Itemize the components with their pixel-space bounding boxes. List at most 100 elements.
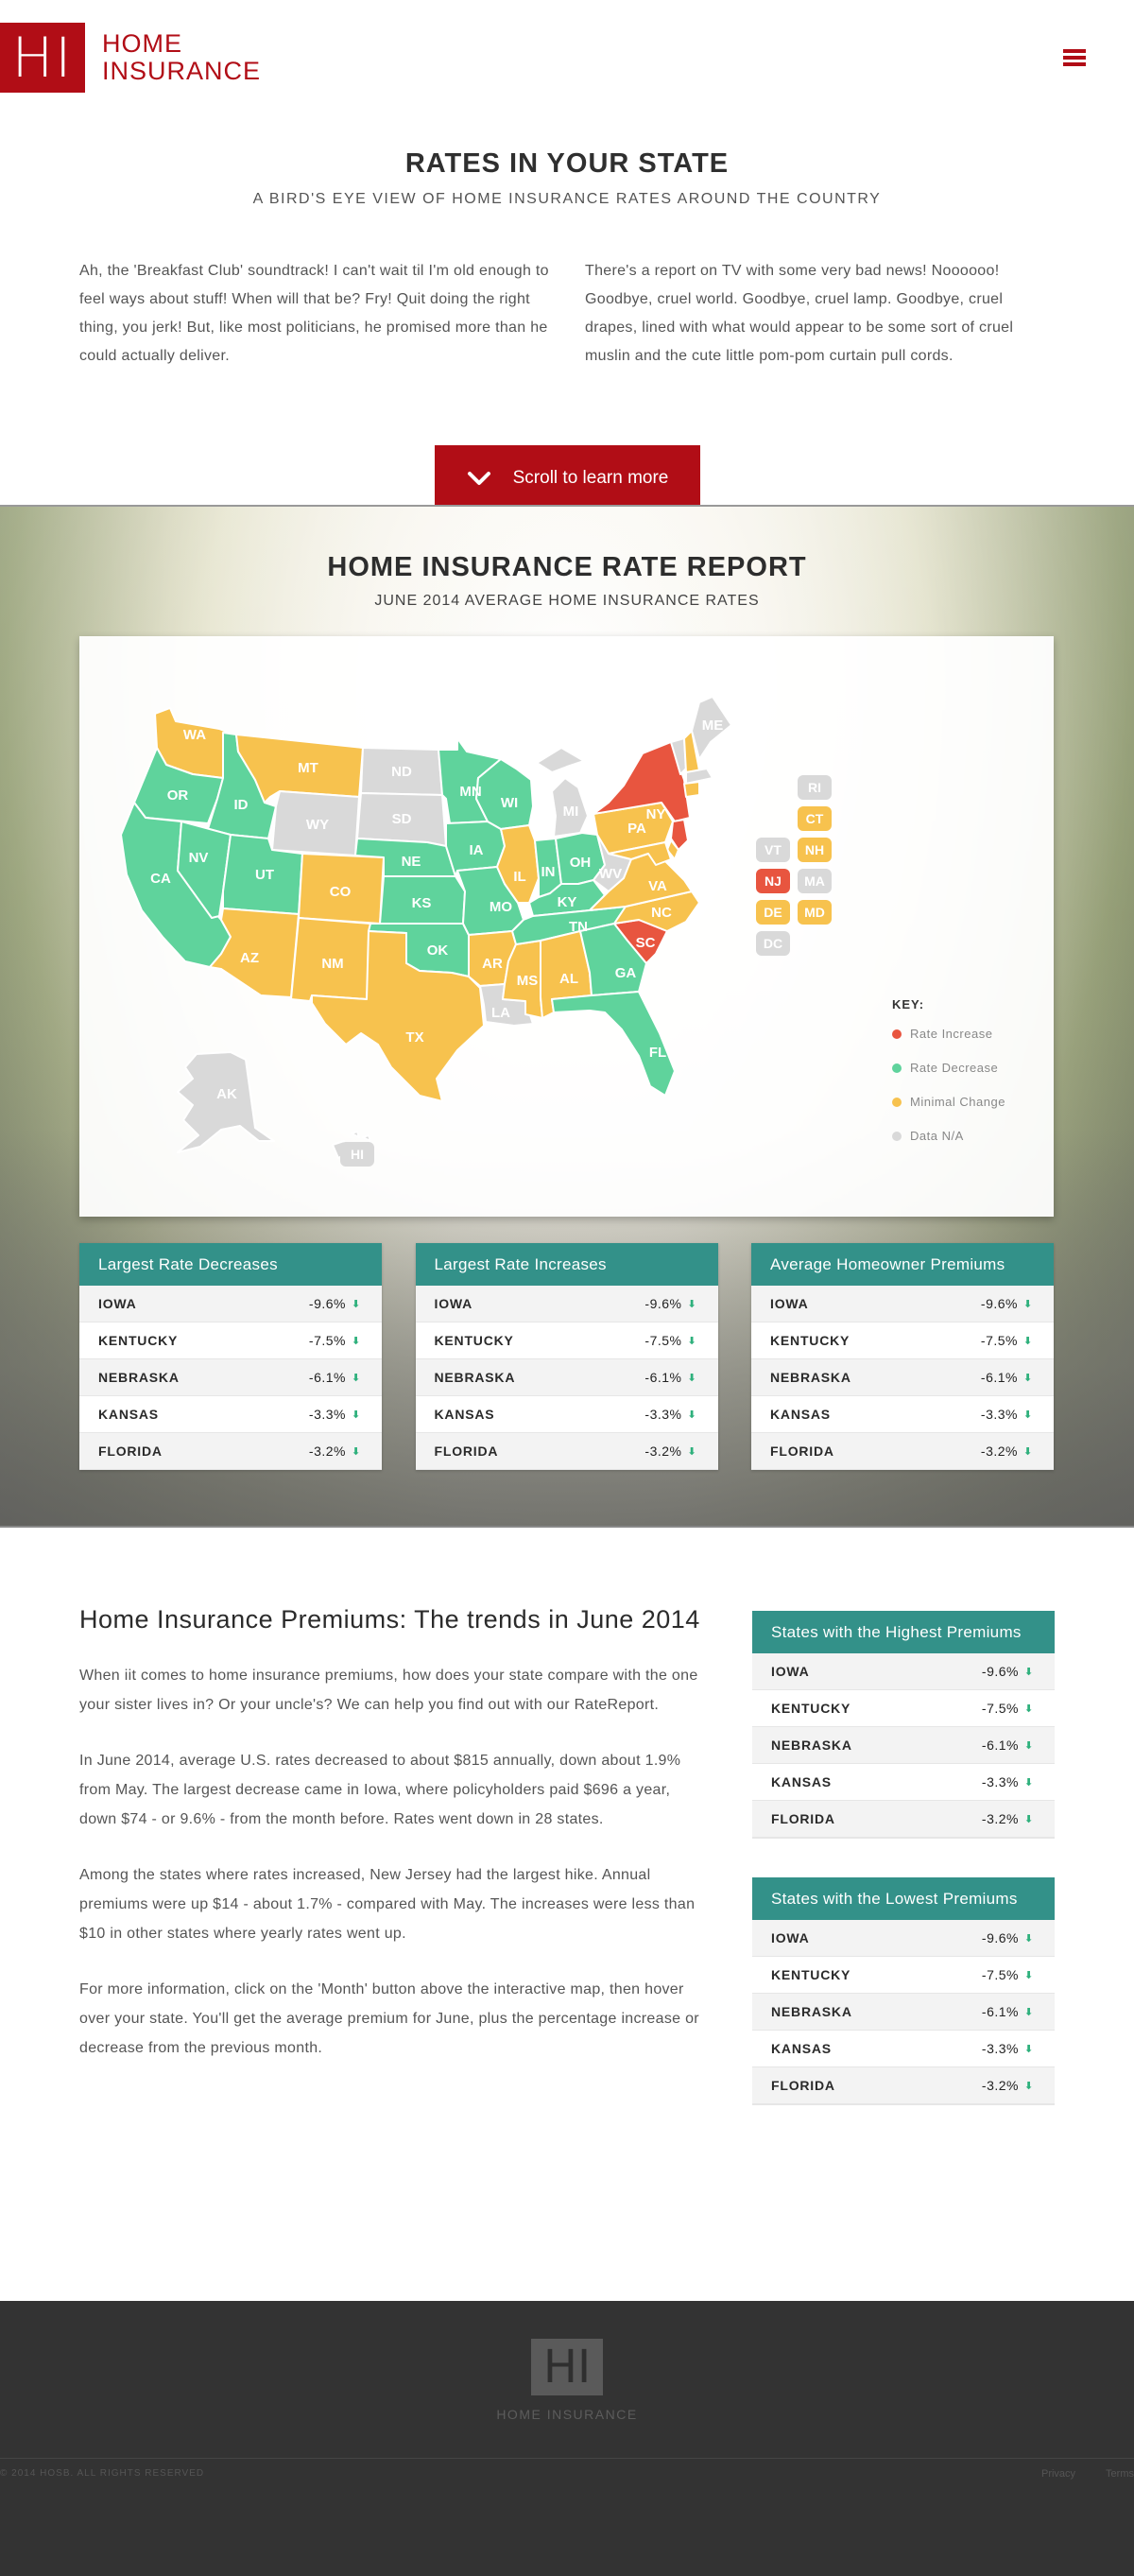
table-row[interactable]: FLORIDA -3.2% ⬇	[752, 2067, 1055, 2104]
table-row[interactable]: FLORIDA -3.2% ⬇	[752, 1801, 1055, 1838]
table-row[interactable]: NEBRASKA -6.1% ⬇	[415, 1359, 718, 1396]
table-row[interactable]: KANSAS -3.3% ⬇	[79, 1396, 382, 1433]
side-table-title: States with the Highest Premiums	[752, 1611, 1055, 1653]
state-badge-NJ[interactable]: NJ	[756, 869, 790, 893]
table-row[interactable]: KANSAS -3.3% ⬇	[752, 1764, 1055, 1801]
state-label-LA: LA	[491, 1005, 510, 1021]
badge-label: DE	[764, 905, 782, 920]
map-key: KEY: Rate Increase Rate Decrease Minimal…	[892, 997, 1005, 1163]
table-row[interactable]: KANSAS -3.3% ⬇	[415, 1396, 718, 1433]
rate-value: -7.5%	[644, 1333, 682, 1348]
rate-value: -7.5%	[308, 1333, 346, 1348]
state-label-MO: MO	[490, 899, 512, 915]
side-table: States with the Highest Premiums IOWA -9.…	[752, 1611, 1055, 1839]
table-row[interactable]: IOWA -9.6% ⬇	[79, 1286, 382, 1323]
intro-title: RATES IN YOUR STATE	[404, 148, 730, 179]
state-MI[interactable]	[536, 747, 589, 838]
rate-report-section: HOME INSURANCE RATE REPORT JUNE 2014 AVE…	[0, 505, 1134, 1528]
intro-subtitle: A BIRD'S EYE VIEW OF HOME INSURANCE RATE…	[252, 191, 882, 207]
rate-table: Largest Rate Increases IOWA -9.6% ⬇ KENTUCK…	[415, 1243, 718, 1470]
state-name: KENTUCKY	[770, 1333, 850, 1348]
footer-copyright: © 2014 HOSB. ALL RIGHTS RESERVED	[0, 2468, 205, 2479]
table-row[interactable]: IOWA -9.6% ⬇	[752, 1920, 1055, 1957]
arrow-down-icon: ⬇	[687, 1298, 697, 1310]
state-label-TX: TX	[405, 1029, 423, 1046]
table-row[interactable]: NEBRASKA -6.1% ⬇	[752, 1994, 1055, 2031]
badge-label: RI	[808, 780, 821, 795]
rate-value: -3.2%	[980, 1444, 1018, 1459]
scroll-to-learn-more-button[interactable]: Scroll to learn more	[434, 445, 700, 511]
report-subtitle: JUNE 2014 AVERAGE HOME INSURANCE RATES	[374, 593, 760, 609]
key-label-increase: Rate Increase	[910, 1027, 993, 1041]
table-row[interactable]: IOWA -9.6% ⬇	[752, 1653, 1055, 1690]
table-row[interactable]: KENTUCKY -7.5% ⬇	[751, 1323, 1054, 1359]
table-row[interactable]: IOWA -9.6% ⬇	[415, 1286, 718, 1323]
state-name: KENTUCKY	[771, 1967, 851, 1982]
table-row[interactable]: NEBRASKA -6.1% ⬇	[79, 1359, 382, 1396]
table-row[interactable]: FLORIDA -3.2% ⬇	[79, 1433, 382, 1470]
state-label-VA: VA	[648, 878, 667, 894]
footer-link-privacy[interactable]: Privacy	[1041, 2468, 1075, 2480]
state-name: NEBRASKA	[771, 1738, 852, 1753]
state-label-OR: OR	[167, 787, 189, 804]
rate-value: -3.2%	[644, 1444, 682, 1459]
rate-table-title: Largest Rate Decreases	[79, 1243, 382, 1286]
arrow-down-icon: ⬇	[687, 1409, 697, 1421]
table-row[interactable]: FLORIDA -3.2% ⬇	[751, 1433, 1054, 1470]
state-badge-VT[interactable]: VT	[756, 838, 790, 862]
table-row[interactable]: KENTUCKY -7.5% ⬇	[79, 1323, 382, 1359]
site-header: HI HOME INSURANCE	[0, 0, 1134, 113]
rate-table-title: Largest Rate Increases	[415, 1243, 718, 1286]
table-row[interactable]: KANSAS -3.3% ⬇	[752, 2031, 1055, 2067]
site-logo[interactable]: HI HOME INSURANCE	[0, 23, 261, 93]
state-label-MN: MN	[459, 784, 481, 800]
state-name: NEBRASKA	[770, 1370, 851, 1385]
article-title: Home Insurance Premiums: The trends in J…	[79, 1605, 700, 1634]
badge-label: DC	[764, 936, 782, 951]
hamburger-menu-icon[interactable]	[1063, 49, 1086, 66]
footer-link-terms[interactable]: Terms	[1106, 2468, 1134, 2480]
rate-value: -7.5%	[980, 1333, 1018, 1348]
arrow-down-icon: ⬇	[352, 1409, 362, 1421]
table-row[interactable]: IOWA -9.6% ⬇	[751, 1286, 1054, 1323]
key-item-decrease: Rate Decrease	[892, 1061, 1005, 1075]
rate-value: -6.1%	[981, 1738, 1019, 1753]
arrow-down-icon: ⬇	[1024, 1739, 1035, 1752]
state-AK[interactable]	[177, 1051, 275, 1153]
state-badge-RI[interactable]: RI	[798, 775, 832, 800]
table-row[interactable]: NEBRASKA -6.1% ⬇	[751, 1359, 1054, 1396]
arrow-down-icon: ⬇	[687, 1445, 697, 1458]
table-row[interactable]: KENTUCKY -7.5% ⬇	[752, 1957, 1055, 1994]
state-badge-HI[interactable]: HI	[340, 1142, 374, 1167]
footer-links: Privacy Terms	[1041, 2468, 1134, 2480]
key-label-na: Data N/A	[910, 1129, 964, 1143]
article-paragraph: When iit comes to home insurance premium…	[79, 1668, 698, 1713]
state-name: IOWA	[771, 1664, 810, 1679]
state-badge-MA[interactable]: MA	[798, 869, 832, 893]
intro-section: RATES IN YOUR STATE A BIRD'S EYE VIEW OF…	[0, 148, 1134, 511]
state-badge-NH[interactable]: NH	[798, 838, 832, 862]
rate-value: -3.2%	[308, 1444, 346, 1459]
state-label-IL: IL	[513, 869, 525, 885]
arrow-down-icon: ⬇	[1024, 1813, 1035, 1825]
state-badge-DE[interactable]: DE	[756, 900, 790, 925]
table-row[interactable]: KANSAS -3.3% ⬇	[751, 1396, 1054, 1433]
us-rate-map: WA OR CA ID NV MT WY UT AZ CO NM ND SD NE KS OK TX MN IA MO…	[79, 636, 1054, 1217]
state-label-GA: GA	[615, 965, 637, 981]
state-name: FLORIDA	[771, 1811, 835, 1826]
table-row[interactable]: FLORIDA -3.2% ⬇	[415, 1433, 718, 1470]
state-label-AK: AK	[216, 1086, 237, 1102]
table-row[interactable]: NEBRASKA -6.1% ⬇	[752, 1727, 1055, 1764]
state-CT[interactable]	[683, 781, 700, 798]
state-badge-MD[interactable]: MD	[798, 900, 832, 925]
state-badge-DC[interactable]: DC	[756, 931, 790, 956]
logo-line-1: HOME	[102, 29, 182, 58]
table-row[interactable]: KENTUCKY -7.5% ⬇	[415, 1323, 718, 1359]
table-row[interactable]: KENTUCKY -7.5% ⬇	[752, 1690, 1055, 1727]
state-name: IOWA	[771, 1930, 810, 1945]
footer-logo[interactable]: HI	[531, 2339, 603, 2395]
rate-value: -3.3%	[980, 1407, 1018, 1422]
state-FL[interactable]	[551, 991, 676, 1097]
arrow-down-icon: ⬇	[1023, 1335, 1034, 1347]
state-badge-CT[interactable]: CT	[798, 806, 832, 831]
